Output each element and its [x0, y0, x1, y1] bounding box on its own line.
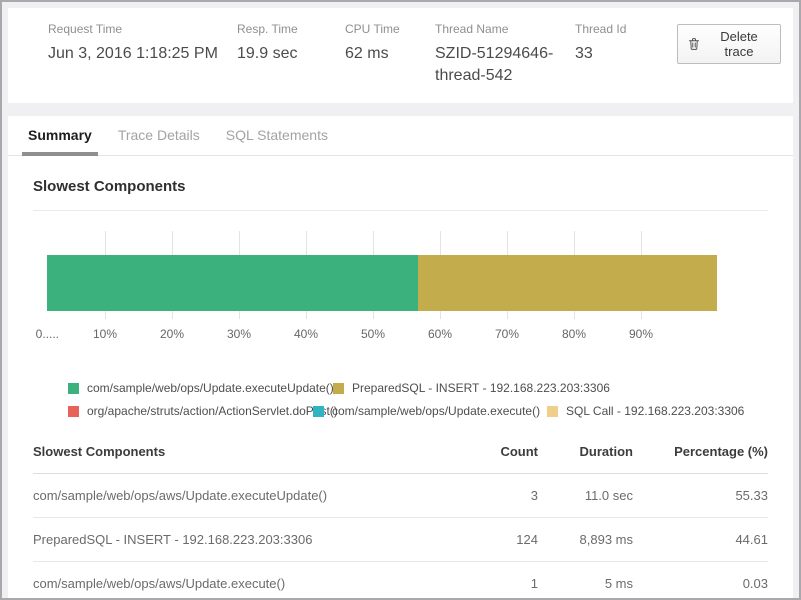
- cell-percentage: 0.03: [633, 562, 768, 600]
- cell-count: 1: [443, 562, 538, 600]
- tab-summary[interactable]: Summary: [22, 127, 98, 156]
- cell-count: 124: [443, 518, 538, 562]
- cell-duration: 11.0 sec: [538, 474, 633, 518]
- cpu-time-value: 62 ms: [345, 43, 425, 65]
- legend-label: SQL Call - 192.168.223.203:3306: [566, 404, 744, 418]
- section-title: Slowest Components: [33, 178, 768, 195]
- delete-trace-label: Delete trace: [707, 29, 771, 59]
- bar-segment[interactable]: [418, 255, 717, 311]
- col-header-component: Slowest Components: [33, 432, 443, 474]
- field-thread-id: Thread Id 33: [575, 22, 677, 65]
- x-tick-70: 70%: [495, 327, 519, 341]
- field-thread-name: Thread Name SZID-51294646-thread-542: [435, 22, 575, 87]
- thread-id-value: 33: [575, 43, 667, 65]
- x-tick-20: 20%: [160, 327, 184, 341]
- chart-plot-area: [38, 231, 708, 319]
- legend-item-dopost[interactable]: org/apache/struts/action/ActionServlet.d…: [68, 404, 313, 418]
- x-tick-10: 10%: [93, 327, 117, 341]
- tab-bar: Summary Trace Details SQL Statements: [8, 116, 793, 156]
- x-tick-0: 0.....: [36, 327, 59, 341]
- x-axis-labels: 0..... 10% 20% 30% 40% 50% 60% 70% 80% 9…: [38, 327, 708, 345]
- cell-duration: 8,893 ms: [538, 518, 633, 562]
- legend-item-execute-update[interactable]: com/sample/web/ops/Update.executeUpdate(…: [68, 381, 333, 395]
- slowest-components-table: Slowest Components Count Duration Percen…: [33, 432, 768, 600]
- col-header-percentage: Percentage (%): [633, 432, 768, 474]
- x-tick-90: 90%: [629, 327, 653, 341]
- legend-row: com/sample/web/ops/Update.executeUpdate(…: [68, 381, 768, 395]
- cell-percentage: 44.61: [633, 518, 768, 562]
- x-tick-80: 80%: [562, 327, 586, 341]
- resp-time-label: Resp. Time: [237, 22, 335, 36]
- legend-label: com/sample/web/ops/Update.executeUpdate(…: [87, 381, 334, 395]
- thread-name-value: SZID-51294646-thread-542: [435, 43, 565, 87]
- legend-label: org/apache/struts/action/ActionServlet.d…: [87, 404, 338, 418]
- x-tick-30: 30%: [227, 327, 251, 341]
- title-divider: [33, 210, 768, 211]
- resp-time-value: 19.9 sec: [237, 43, 335, 65]
- cell-count: 3: [443, 474, 538, 518]
- cpu-time-label: CPU Time: [345, 22, 425, 36]
- chart-legend: com/sample/web/ops/Update.executeUpdate(…: [68, 381, 768, 418]
- table-row: PreparedSQL - INSERT - 192.168.223.203:3…: [33, 518, 768, 562]
- trash-icon: [687, 37, 701, 51]
- legend-item-execute[interactable]: com/sample/web/ops/Update.execute(): [313, 404, 547, 418]
- trace-summary-card: Request Time Jun 3, 2016 1:18:25 PM Resp…: [8, 8, 793, 103]
- delete-trace-button[interactable]: Delete trace: [677, 24, 781, 64]
- legend-swatch-tan: [547, 406, 558, 417]
- thread-name-label: Thread Name: [435, 22, 565, 36]
- x-tick-60: 60%: [428, 327, 452, 341]
- cell-component: com/sample/web/ops/aws/Update.executeUpd…: [33, 474, 443, 518]
- x-tick-40: 40%: [294, 327, 318, 341]
- slowest-components-chart: 0..... 10% 20% 30% 40% 50% 60% 70% 80% 9…: [38, 231, 708, 345]
- tab-trace-details[interactable]: Trace Details: [112, 127, 206, 156]
- cell-percentage: 55.33: [633, 474, 768, 518]
- field-resp-time: Resp. Time 19.9 sec: [237, 22, 345, 65]
- col-header-count: Count: [443, 432, 538, 474]
- legend-swatch-green: [68, 383, 79, 394]
- legend-label: com/sample/web/ops/Update.execute(): [332, 404, 540, 418]
- request-time-label: Request Time: [48, 22, 227, 36]
- legend-item-prepared-sql[interactable]: PreparedSQL - INSERT - 192.168.223.203:3…: [333, 381, 610, 395]
- legend-swatch-gold: [333, 383, 344, 394]
- thread-id-label: Thread Id: [575, 22, 667, 36]
- request-time-value: Jun 3, 2016 1:18:25 PM: [48, 43, 227, 65]
- cell-component: PreparedSQL - INSERT - 192.168.223.203:3…: [33, 518, 443, 562]
- cell-duration: 5 ms: [538, 562, 633, 600]
- x-tick-50: 50%: [361, 327, 385, 341]
- legend-swatch-teal: [313, 406, 324, 417]
- trace-detail-page: Request Time Jun 3, 2016 1:18:25 PM Resp…: [0, 0, 801, 600]
- stacked-bar: [47, 255, 717, 311]
- legend-swatch-red: [68, 406, 79, 417]
- tab-sql-statements[interactable]: SQL Statements: [220, 127, 334, 156]
- bar-segment[interactable]: [47, 255, 418, 311]
- trace-content-card: Summary Trace Details SQL Statements Slo…: [8, 116, 793, 600]
- table-row: com/sample/web/ops/aws/Update.executeUpd…: [33, 474, 768, 518]
- field-cpu-time: CPU Time 62 ms: [345, 22, 435, 65]
- cell-component: com/sample/web/ops/aws/Update.execute(): [33, 562, 443, 600]
- table-header-row: Slowest Components Count Duration Percen…: [33, 432, 768, 474]
- field-request-time: Request Time Jun 3, 2016 1:18:25 PM: [48, 22, 237, 65]
- table-row: com/sample/web/ops/aws/Update.execute() …: [33, 562, 768, 600]
- legend-item-sql-call[interactable]: SQL Call - 192.168.223.203:3306: [547, 404, 744, 418]
- legend-row: org/apache/struts/action/ActionServlet.d…: [68, 404, 768, 418]
- col-header-duration: Duration: [538, 432, 633, 474]
- summary-section: Slowest Components: [8, 178, 793, 600]
- legend-label: PreparedSQL - INSERT - 192.168.223.203:3…: [352, 381, 610, 395]
